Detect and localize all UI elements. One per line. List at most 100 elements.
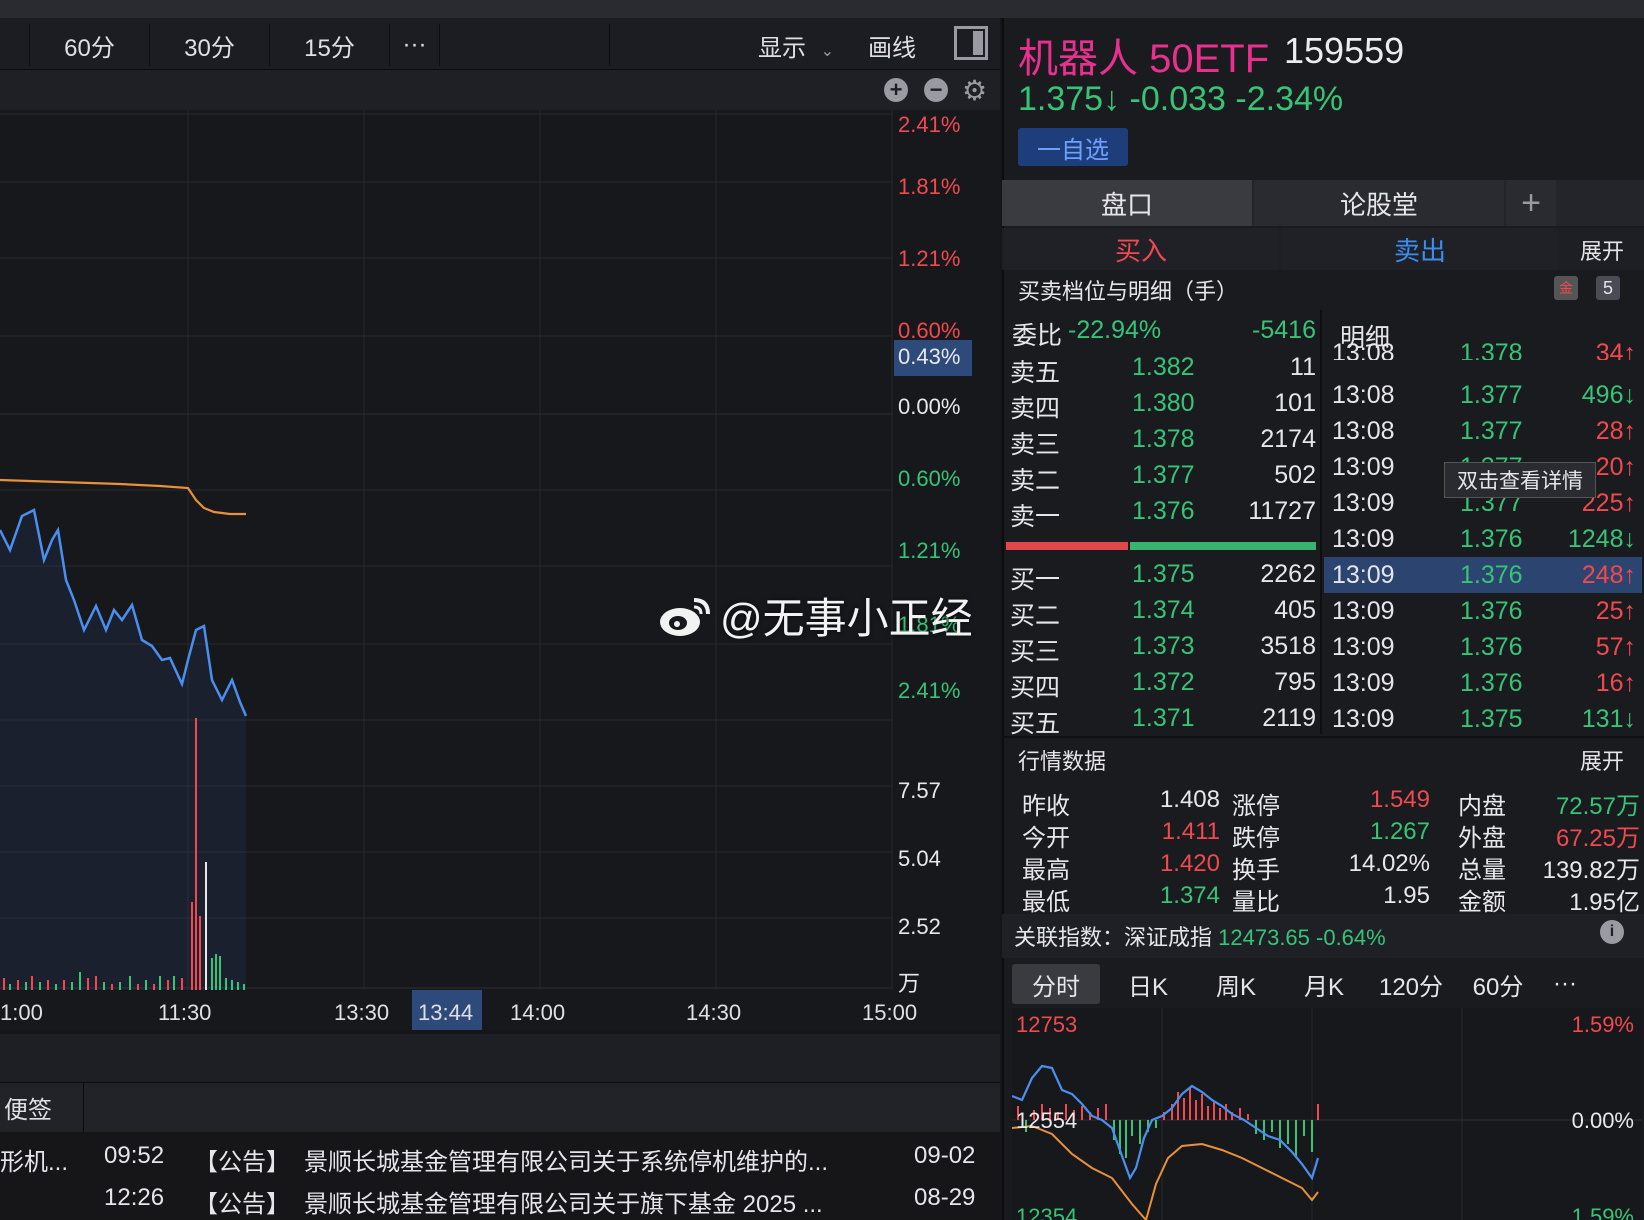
- period-tab[interactable]: 周K: [1196, 964, 1276, 1004]
- period-tab[interactable]: 月K: [1284, 964, 1364, 1004]
- tab-lungutang[interactable]: 论股堂: [1254, 180, 1504, 226]
- trade-row[interactable]: 13:08 1.378 34↑: [1324, 336, 1642, 360]
- quote-value: 139.82万: [1542, 857, 1640, 884]
- level-volume: 11: [1290, 353, 1316, 381]
- news-tag: 【公告】: [194, 1149, 290, 1176]
- notes-bar: [0, 1082, 1000, 1132]
- level-volume: 101: [1274, 389, 1316, 417]
- level2-icon[interactable]: 金: [1554, 276, 1578, 300]
- buy-button[interactable]: 买入: [1004, 228, 1278, 270]
- bid-level-row[interactable]: 买三 1.373 3518: [1006, 629, 1320, 666]
- related-index[interactable]: 关联指数：深证成指 12473.65 -0.64%: [1014, 920, 1386, 952]
- news-row[interactable]: 12:26 【公告】 景顺长城基金管理有限公司关于旗下基金 2025 ... 0…: [0, 1178, 1000, 1220]
- level-price: 1.371: [1132, 704, 1195, 732]
- zoom-out-icon[interactable]: −: [924, 78, 948, 102]
- level-price: 1.372: [1132, 668, 1195, 696]
- expand-quote-button[interactable]: 展开: [1580, 744, 1624, 776]
- section-divider: [1002, 736, 1644, 738]
- period-tab[interactable]: 日K: [1108, 964, 1188, 1004]
- zoom-in-icon[interactable]: +: [884, 78, 908, 102]
- trade-volume: 131↓: [1581, 705, 1636, 733]
- bid-level-row[interactable]: 买一 1.375 2262: [1006, 557, 1320, 594]
- stock-name: 机器人 50ETF: [1018, 37, 1270, 81]
- level-volume: 2262: [1260, 560, 1316, 588]
- ask-level-row[interactable]: 卖四 1.380 101: [1006, 386, 1320, 423]
- chart-toolbar: 60分 30分 15分 ··· 显示 ⌄ 画线: [0, 18, 1000, 70]
- level-volume: 795: [1274, 668, 1316, 696]
- bid-level-row[interactable]: 买四 1.372 795: [1006, 665, 1320, 702]
- orderbook-title: 买卖档位与明细（手）: [1018, 279, 1239, 304]
- trade-price: 1.376: [1460, 669, 1523, 697]
- favorite-button[interactable]: 一自选: [1018, 128, 1128, 166]
- level-price: 1.378: [1132, 425, 1195, 453]
- volume-unit: 万: [898, 971, 921, 996]
- period-tab[interactable]: ···: [1540, 964, 1590, 1004]
- trade-row[interactable]: 13:09 1.376 57↑: [1324, 630, 1642, 666]
- panel-toggle-icon[interactable]: [954, 26, 988, 60]
- settings-gear-icon[interactable]: ⚙: [962, 74, 987, 107]
- trade-price: 1.378: [1460, 339, 1523, 360]
- ask-level-row[interactable]: 卖五 1.382 11: [1006, 350, 1320, 387]
- trade-row[interactable]: 13:09 1.375 131↓: [1324, 702, 1642, 738]
- trade-price: 1.376: [1460, 561, 1523, 589]
- trade-row[interactable]: 13:08 1.377 496↓: [1324, 378, 1642, 414]
- bid-level-row[interactable]: 买五 1.371 2119: [1006, 701, 1320, 738]
- intraday-chart[interactable]: [0, 110, 1000, 1030]
- trade-volume: 28↑: [1595, 417, 1636, 445]
- price-axis-label: 2.41%: [898, 112, 961, 137]
- trade-row[interactable]: 13:09 1.376 248↑: [1324, 558, 1642, 594]
- level-label: 卖一: [1010, 503, 1061, 531]
- ask-level-row[interactable]: 卖一 1.376 11727: [1006, 494, 1320, 531]
- news-date: 08-29: [914, 1184, 976, 1211]
- ask-level-row[interactable]: 卖三 1.378 2174: [1006, 422, 1320, 459]
- trade-volume: 57↑: [1595, 633, 1636, 661]
- trade-time: 13:09: [1332, 561, 1395, 589]
- period-tab[interactable]: 120分: [1366, 964, 1456, 1004]
- news-source: 形机...: [0, 1149, 69, 1176]
- add-tab-icon[interactable]: +: [1506, 180, 1556, 226]
- sell-button[interactable]: 卖出: [1282, 228, 1558, 270]
- period-60min-button[interactable]: 60分: [30, 24, 150, 66]
- quote-label: 内盘: [1458, 793, 1506, 820]
- quote-label: 换手: [1232, 857, 1280, 884]
- quote-label: 外盘: [1458, 825, 1506, 852]
- info-icon[interactable]: i: [1600, 920, 1624, 944]
- price-axis-label: 0.00%: [898, 394, 961, 419]
- trade-row[interactable]: 13:09 1.376 1248↓: [1324, 522, 1642, 558]
- quote-label: 今开: [1022, 825, 1070, 852]
- period-partial[interactable]: [0, 24, 30, 66]
- more-periods-button[interactable]: ···: [390, 24, 440, 66]
- period-30min-button[interactable]: 30分: [150, 24, 270, 66]
- period-tab[interactable]: 60分: [1460, 964, 1536, 1004]
- draw-line-button[interactable]: 画线: [868, 28, 916, 63]
- price-axis-label: 2.41%: [898, 678, 961, 703]
- trade-row[interactable]: 13:09 1.376 16↑: [1324, 666, 1642, 702]
- news-title: 景顺长城基金管理有限公司关于旗下基金 2025 ...: [304, 1191, 823, 1218]
- mini-chart[interactable]: 12753 12554 12354 1.59% 0.00% 1.59%: [1012, 1008, 1642, 1220]
- trade-time: 13:08: [1332, 339, 1395, 360]
- ask-level-row[interactable]: 卖二 1.377 502: [1006, 458, 1320, 495]
- last-price: 1.375: [1018, 80, 1104, 118]
- display-dropdown[interactable]: 显示 ⌄: [758, 28, 834, 63]
- trade-row[interactable]: 13:09 1.376 25↑: [1324, 594, 1642, 630]
- volume-axis-3: 2.52: [898, 914, 941, 939]
- level-price: 1.380: [1132, 389, 1195, 417]
- mini-chart-canvas: [1012, 1008, 1642, 1220]
- news-date: 09-02: [914, 1142, 976, 1169]
- quote-label: 金额: [1458, 889, 1506, 916]
- level-volume: 2174: [1260, 425, 1316, 453]
- weibi-value: -5416: [1252, 316, 1316, 344]
- tab-pankou[interactable]: 盘口: [1002, 180, 1252, 226]
- mini-mid-value: 12554: [1016, 1108, 1078, 1133]
- period-15min-button[interactable]: 15分: [270, 24, 390, 66]
- depth-5-icon[interactable]: 5: [1596, 276, 1620, 300]
- trade-row[interactable]: 13:08 1.377 28↑: [1324, 414, 1642, 450]
- price-axis-label: 1.21%: [898, 246, 961, 271]
- notes-tab[interactable]: 便签: [0, 1082, 84, 1132]
- trade-volume: 16↑: [1595, 669, 1636, 697]
- expand-trade-button[interactable]: 展开: [1580, 234, 1624, 266]
- news-row[interactable]: 形机... 09:52 【公告】 景顺长城基金管理有限公司关于系统停机维护的..…: [0, 1136, 1000, 1178]
- period-tab[interactable]: 分时: [1012, 964, 1100, 1004]
- bid-level-row[interactable]: 买二 1.374 405: [1006, 593, 1320, 630]
- price-change: -0.033: [1129, 80, 1226, 118]
